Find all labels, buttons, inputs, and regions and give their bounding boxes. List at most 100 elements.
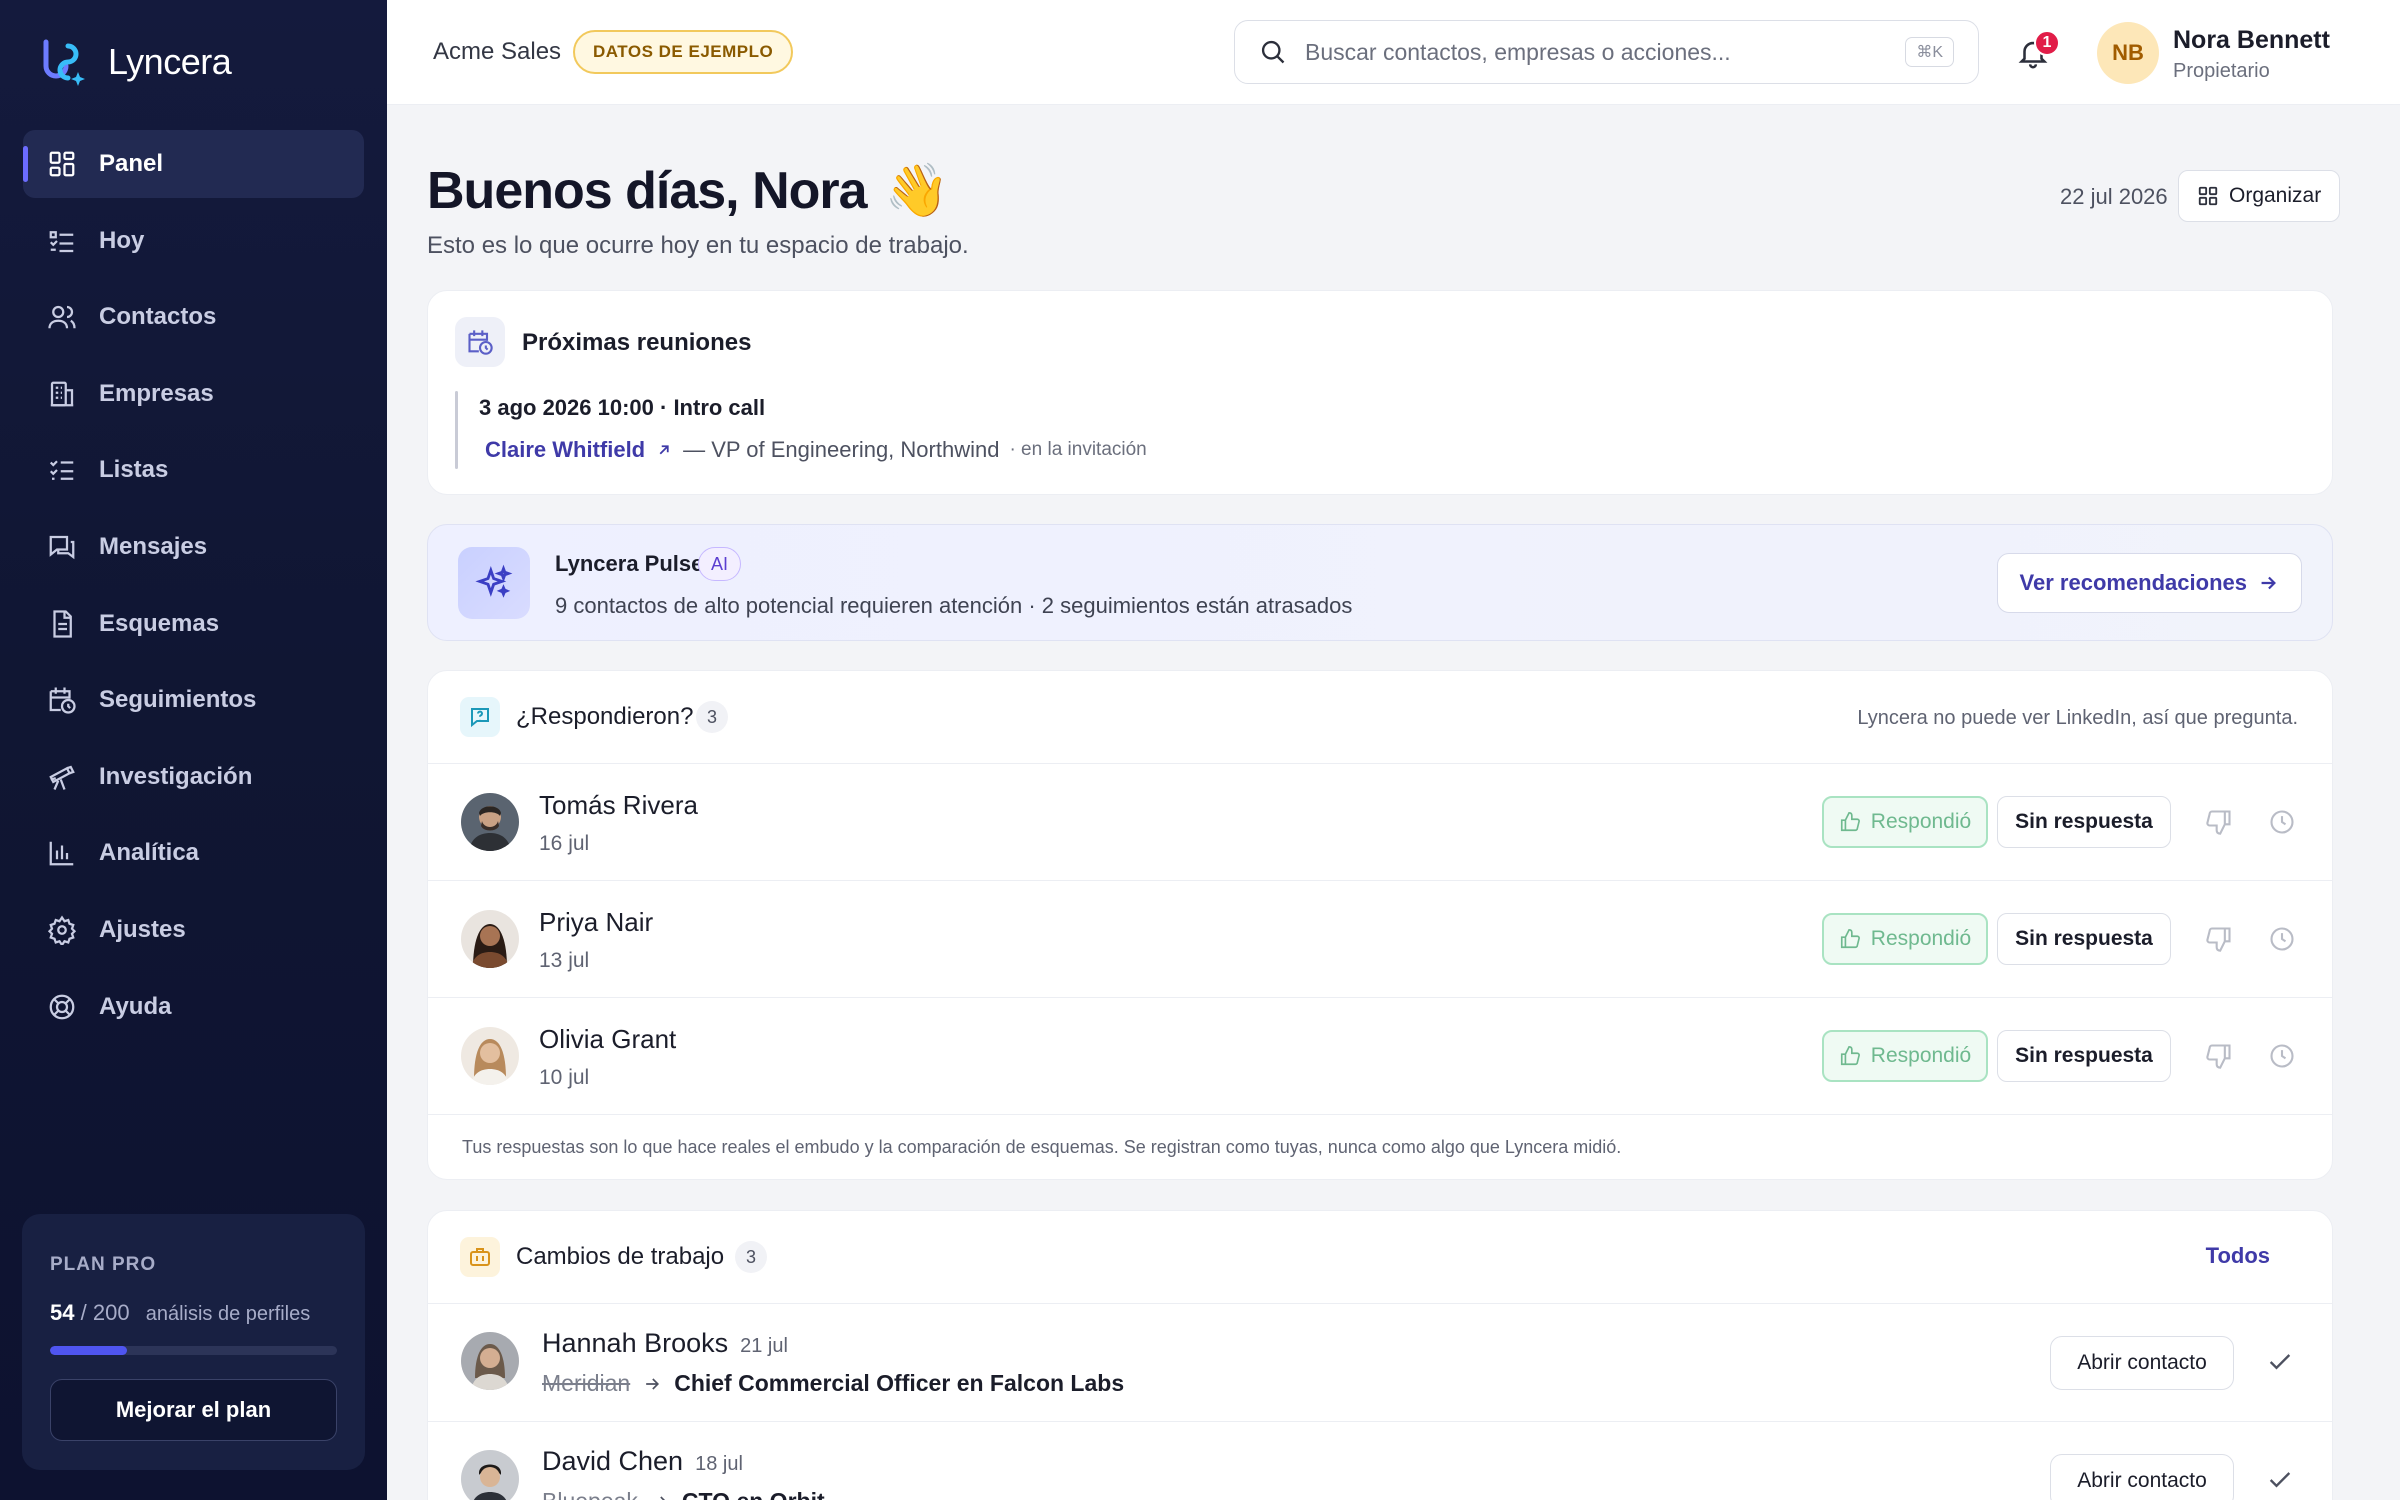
view-all-link[interactable]: Todos: [2206, 1243, 2270, 1269]
sidebar-item-seguimientos[interactable]: Seguimientos: [23, 666, 364, 734]
sidebar-item-mensajes[interactable]: Mensajes: [23, 513, 364, 581]
check-icon[interactable]: [2266, 1466, 2294, 1494]
sidebar-item-esquemas[interactable]: Esquemas: [23, 590, 364, 658]
thumbs-down-icon[interactable]: [2205, 808, 2233, 836]
sidebar-item-ajustes[interactable]: Ajustes: [23, 896, 364, 964]
avatar[interactable]: [461, 1027, 519, 1085]
no-reply-button[interactable]: Sin respuesta: [1997, 796, 2171, 848]
clock-icon[interactable]: [2268, 925, 2296, 953]
person-photo-icon: [461, 1027, 519, 1085]
person-photo-icon: [461, 910, 519, 968]
avatar[interactable]: [461, 910, 519, 968]
replied-button[interactable]: Respondió: [1822, 913, 1988, 965]
contact-name[interactable]: Hannah Brooks 21 jul: [542, 1328, 788, 1359]
grid-icon: [49, 151, 75, 177]
contact-date: 13 jul: [539, 949, 590, 972]
person-photo-icon: [461, 1450, 519, 1500]
sidebar-item-analitica[interactable]: Analítica: [23, 819, 364, 887]
replied-button[interactable]: Respondió: [1822, 1030, 1988, 1082]
contact-name[interactable]: Tomás Rivera: [539, 790, 698, 821]
search-box[interactable]: ⌘K: [1234, 20, 1979, 84]
pulse-summary: 9 contactos de alto potencial requieren …: [555, 593, 1353, 618]
sidebar-item-label: Seguimientos: [99, 686, 257, 714]
open-contact-button[interactable]: Abrir contacto: [2050, 1454, 2234, 1500]
replied-button[interactable]: Respondió: [1822, 796, 1988, 848]
user-role: Propietario: [2173, 60, 2270, 82]
calendar-clock-icon: [49, 687, 76, 714]
avatar[interactable]: [461, 1332, 519, 1390]
upcoming-meetings-card: Próximas reuniones 3 ago 2026 10:00 · In…: [427, 290, 2333, 495]
no-reply-button[interactable]: Sin respuesta: [1997, 913, 2171, 965]
sidebar-nav: Panel Hoy Contactos Empresas Listas Mens…: [23, 130, 364, 1049]
plan-used: 54: [50, 1300, 75, 1325]
search-icon: [1261, 40, 1285, 64]
open-contact-button[interactable]: Abrir contacto: [2050, 1336, 2234, 1390]
sidebar-item-label: Panel: [99, 150, 164, 177]
list-checks-icon: [49, 230, 74, 252]
users-icon: [48, 306, 76, 329]
contact-name[interactable]: David Chen 18 jul: [542, 1446, 743, 1477]
organize-button[interactable]: Organizar: [2178, 170, 2341, 222]
sidebar-item-panel[interactable]: Panel: [23, 130, 364, 198]
sidebar-item-listas[interactable]: Listas: [23, 436, 364, 504]
change-date: 21 jul: [740, 1335, 788, 1357]
page-title: Buenos días, Nora 👋: [427, 160, 950, 221]
job-changes-icon-tile: [460, 1237, 500, 1277]
thumbs-down-icon[interactable]: [2205, 1042, 2233, 1070]
contact-name-text: Hannah Brooks: [542, 1328, 729, 1358]
attendee-note: · en la invitación: [1009, 439, 1147, 460]
plan-usage: 54 / 200 análisis de perfiles: [50, 1300, 337, 1326]
wave-emoji: 👋: [884, 162, 950, 220]
contact-name-text: David Chen: [542, 1446, 684, 1476]
avatar[interactable]: [461, 793, 519, 851]
replies-hint: Lyncera no puede ver LinkedIn, así que p…: [1857, 707, 2298, 729]
external-link-icon[interactable]: [655, 441, 673, 459]
avatar[interactable]: [461, 1450, 519, 1500]
sidebar-item-investigacion[interactable]: Investigación: [23, 743, 364, 811]
replies-footer-note: Tus respuestas son lo que hace reales el…: [462, 1137, 1622, 1157]
sidebar-item-label: Ajustes: [99, 915, 186, 943]
attendee-link[interactable]: Claire Whitfield: [485, 437, 645, 463]
current-date: 22 jul 2026: [2060, 184, 2168, 209]
sidebar-item-contactos[interactable]: Contactos: [23, 283, 364, 351]
arrow-right-icon: [646, 1377, 660, 1390]
app-logo[interactable]: Lyncera: [38, 36, 232, 88]
new-position: Chief Commercial Officer en Falcon Labs: [674, 1370, 1125, 1396]
thumbs-up-icon: [1840, 1046, 1860, 1066]
sidebar-item-label: Empresas: [99, 379, 214, 407]
notifications-button[interactable]: 1: [2014, 30, 2060, 74]
thumbs-down-icon[interactable]: [2205, 925, 2233, 953]
sidebar-item-hoy[interactable]: Hoy: [23, 207, 364, 275]
meeting-attendee: Claire Whitfield — VP of Engineering, No…: [485, 437, 1147, 463]
checklist-icon: [49, 460, 74, 481]
workspace-name[interactable]: Acme Sales: [433, 38, 561, 66]
sparkles-icon: [475, 564, 513, 598]
organize-label: Organizar: [2229, 184, 2322, 207]
question-icon: [471, 708, 489, 728]
contact-name[interactable]: Priya Nair: [539, 907, 653, 938]
view-recommendations-button[interactable]: Ver recomendaciones: [1996, 553, 2302, 613]
job-changes-card: Cambios de trabajo 3 Todos Hannah Brooks…: [427, 1210, 2333, 1500]
plan-card: PLAN PRO 54 / 200 análisis de perfiles M…: [22, 1214, 365, 1470]
user-avatar[interactable]: NB: [2097, 22, 2159, 84]
replies-card: ¿Respondieron? 3 Lyncera no puede ver Li…: [427, 670, 2333, 1180]
grid-icon: [2198, 186, 2218, 206]
clock-icon[interactable]: [2268, 1042, 2296, 1070]
sidebar-item-label: Contactos: [99, 303, 217, 331]
previous-company: Meridian: [542, 1370, 631, 1396]
plan-suffix: análisis de perfiles: [145, 1303, 311, 1325]
user-name[interactable]: Nora Bennett: [2173, 26, 2330, 55]
check-icon[interactable]: [2266, 1348, 2294, 1376]
sidebar-item-label: Analítica: [99, 839, 200, 867]
upgrade-plan-button[interactable]: Mejorar el plan: [50, 1379, 337, 1441]
contact-date: 16 jul: [539, 832, 590, 855]
clock-icon[interactable]: [2268, 808, 2296, 836]
meeting-when: 3 ago 2026 10:00 · Intro call: [479, 395, 766, 420]
plan-label: PLAN PRO: [50, 1254, 157, 1275]
job-change-detail: Bluepeak CTO en Orbit: [542, 1488, 825, 1500]
search-input[interactable]: [1305, 38, 1885, 66]
sidebar-item-ayuda[interactable]: Ayuda: [23, 973, 364, 1041]
sidebar-item-empresas[interactable]: Empresas: [23, 360, 364, 428]
contact-name[interactable]: Olivia Grant: [539, 1024, 676, 1055]
no-reply-button[interactable]: Sin respuesta: [1997, 1030, 2171, 1082]
